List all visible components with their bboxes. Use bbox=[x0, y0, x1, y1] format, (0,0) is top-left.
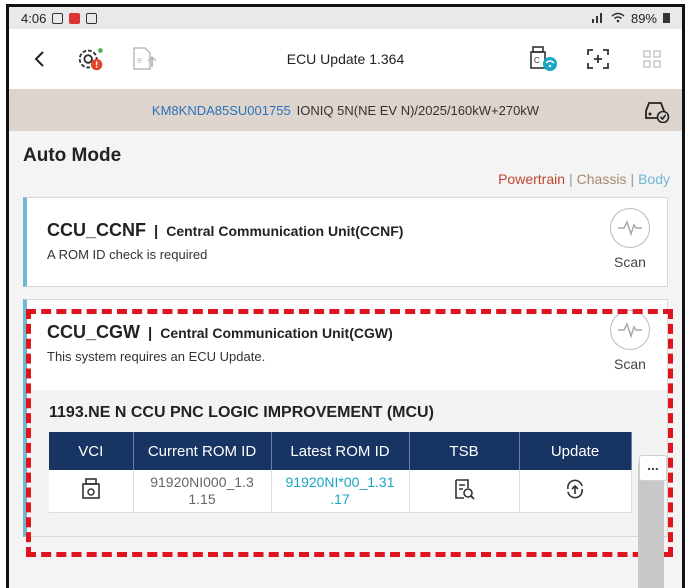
notification-icon bbox=[69, 12, 81, 24]
title-separator: | bbox=[154, 223, 159, 240]
table-row: 91920NI000_1.3 1.15 91920NI*00_1.31 .17 bbox=[49, 470, 632, 513]
current-rom-id: 91920NI000_1.3 1.15 bbox=[133, 470, 272, 513]
vci-wifi-icon: C bbox=[530, 46, 557, 71]
grid-icon bbox=[643, 50, 661, 68]
gear-alert-button[interactable] bbox=[75, 43, 107, 75]
ecu-name: Central Communication Unit(CGW) bbox=[160, 325, 393, 341]
svg-text:e: e bbox=[137, 55, 142, 65]
waveform-icon bbox=[610, 208, 650, 248]
svg-text:C: C bbox=[534, 56, 540, 65]
vci-wifi-button[interactable]: C bbox=[528, 43, 560, 75]
battery-text: 89% bbox=[630, 10, 657, 26]
app-icon bbox=[86, 12, 98, 24]
ecu-status: This system requires an ECU Update. bbox=[47, 349, 266, 364]
system-filter: Powertrain | Chassis | Body bbox=[498, 171, 670, 187]
title-separator: | bbox=[148, 325, 153, 342]
col-vci: VCI bbox=[49, 432, 134, 470]
table-header-row: VCI Current ROM ID Latest ROM ID TSB Upd… bbox=[49, 432, 632, 470]
ecu-code: CCU_CCNF bbox=[47, 220, 146, 240]
scan-frame-button[interactable] bbox=[582, 43, 614, 75]
tsb-cell[interactable] bbox=[409, 470, 520, 513]
ecu-code: CCU_CGW bbox=[47, 322, 140, 342]
battery-icon bbox=[663, 11, 670, 26]
scan-button[interactable]: Scan bbox=[607, 310, 653, 372]
tsb-document-icon bbox=[455, 478, 475, 500]
rom-table: VCI Current ROM ID Latest ROM ID TSB Upd… bbox=[49, 432, 632, 513]
scan-label: Scan bbox=[614, 254, 646, 270]
waveform-icon bbox=[610, 310, 650, 350]
gear-alert-icon bbox=[78, 48, 103, 71]
vin-text: KM8KNDA85SU001755 bbox=[151, 102, 291, 118]
chevron-left-icon bbox=[34, 51, 44, 67]
status-time: 4:06 bbox=[21, 10, 47, 26]
filter-chassis[interactable]: Chassis bbox=[577, 171, 627, 187]
col-current-rom: Current ROM ID bbox=[133, 432, 272, 470]
update-panel: 1193.NE N CCU PNC LOGIC IMPROVEMENT (MCU… bbox=[27, 390, 667, 536]
app-frame: 4:06 89% ECU Update 1.364 e C KM8KNDA85S… bbox=[6, 4, 685, 588]
vci-device-icon bbox=[81, 477, 100, 499]
vehicle-check-button[interactable] bbox=[642, 97, 670, 126]
ecu-card-ccnf[interactable]: CCU_CCNF | Central Communication Unit(CC… bbox=[23, 197, 668, 287]
update-cell[interactable] bbox=[519, 470, 632, 513]
document-upload-button[interactable]: e bbox=[127, 43, 159, 75]
ecu-card-cgw[interactable]: CCU_CGW | Central Communication Unit(CGW… bbox=[23, 299, 668, 537]
latest-rom-id: 91920NI*00_1.31 .17 bbox=[271, 470, 410, 513]
col-tsb: TSB bbox=[409, 432, 520, 470]
signal-icon bbox=[591, 11, 605, 26]
filter-body[interactable]: Body bbox=[638, 171, 670, 187]
scan-frame-icon bbox=[587, 49, 609, 69]
top-toolbar: ECU Update 1.364 e C bbox=[9, 29, 682, 89]
wifi-icon bbox=[611, 11, 625, 26]
back-button[interactable] bbox=[23, 43, 55, 75]
car-check-icon bbox=[645, 102, 670, 124]
filter-powertrain[interactable]: Powertrain bbox=[498, 171, 565, 187]
update-cycle-icon bbox=[567, 479, 583, 499]
status-bar: 4:06 89% bbox=[9, 7, 682, 29]
mode-title: Auto Mode bbox=[23, 145, 122, 166]
scan-button[interactable]: Scan bbox=[607, 208, 653, 270]
main-content: Auto Mode Powertrain | Chassis | Body CCU_CC… bbox=[9, 131, 682, 537]
more-options-button[interactable]: ... bbox=[639, 455, 667, 481]
grid-button[interactable] bbox=[636, 43, 668, 75]
ecu-name: Central Communication Unit(CCNF) bbox=[166, 223, 404, 239]
col-update: Update bbox=[519, 432, 632, 470]
vci-cell[interactable] bbox=[49, 470, 134, 513]
update-title: 1193.NE N CCU PNC LOGIC IMPROVEMENT (MCU… bbox=[49, 404, 434, 421]
ecu-status: A ROM ID check is required bbox=[47, 247, 208, 262]
col-latest-rom: Latest ROM ID bbox=[271, 432, 410, 470]
vehicle-description: IONIQ 5N(NE EV N)/2025/160kW+270kW bbox=[296, 102, 540, 118]
scan-label: Scan bbox=[614, 356, 646, 372]
vehicle-info-bar: KM8KNDA85SU001755 IONIQ 5N(NE EV N)/2025… bbox=[9, 89, 682, 131]
gallery-icon bbox=[52, 12, 64, 24]
document-upload-icon: e bbox=[133, 47, 156, 70]
